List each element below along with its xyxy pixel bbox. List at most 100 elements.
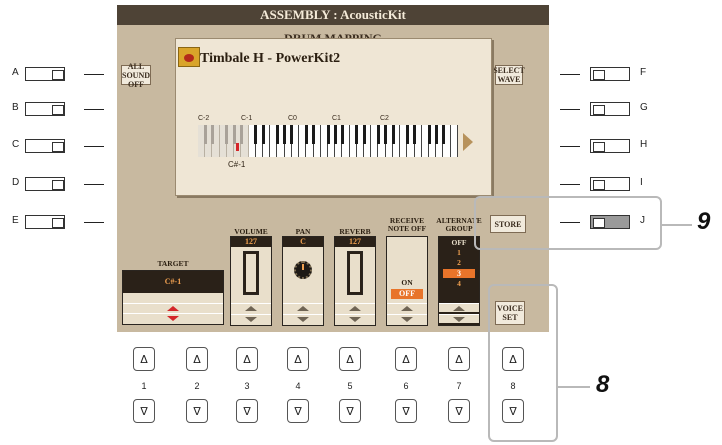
receive-up-button[interactable] — [387, 303, 427, 312]
up-button-1[interactable]: Δ — [133, 347, 155, 371]
drum-kit-icon — [178, 47, 200, 67]
panel-button-h[interactable] — [590, 139, 630, 153]
volume-column: 127 — [230, 236, 272, 326]
voice-panel: Timbale H - PowerKit2 C-2 C-1 C0 C1 C2 C… — [175, 38, 492, 196]
alt-group-option[interactable]: 4 — [439, 280, 479, 288]
panel-button-e[interactable] — [25, 215, 65, 229]
reverb-slider[interactable] — [347, 251, 363, 295]
black-key[interactable] — [333, 125, 337, 144]
button-number: 2 — [194, 381, 200, 391]
up-button-6[interactable]: Δ — [395, 347, 417, 371]
panel-button-b[interactable] — [25, 102, 65, 116]
up-button-3[interactable]: Δ — [236, 347, 258, 371]
down-button-5[interactable]: ∇ — [339, 399, 361, 423]
down-button-1[interactable]: ∇ — [133, 399, 155, 423]
target-up-button[interactable] — [123, 303, 223, 312]
select-wave-button[interactable]: SELECT WAVE — [493, 65, 525, 85]
down-button-7[interactable]: ∇ — [448, 399, 470, 423]
receive-on-option[interactable]: ON — [387, 279, 427, 287]
step-9-callout-line — [662, 224, 692, 226]
selected-key-marker — [236, 143, 239, 151]
alt-group-option[interactable]: 1 — [439, 249, 479, 257]
alt-group-down-button[interactable] — [439, 314, 479, 323]
side-button-letter: H — [640, 139, 648, 150]
alt-group-up-button[interactable] — [439, 303, 479, 312]
connector-line — [84, 184, 104, 185]
black-key[interactable] — [434, 125, 438, 144]
up-button-7[interactable]: Δ — [448, 347, 470, 371]
alt-group-option-selected[interactable]: 3 — [443, 269, 475, 278]
connector-line — [84, 222, 104, 223]
pan-knob[interactable] — [294, 261, 312, 279]
volume-down-button[interactable] — [231, 314, 271, 323]
receive-down-button[interactable] — [387, 314, 427, 323]
voice-name[interactable]: Timbale H - PowerKit2 — [200, 49, 340, 69]
button-number: 4 — [295, 381, 301, 391]
panel-button-g[interactable] — [590, 102, 630, 116]
black-key[interactable] — [312, 125, 316, 144]
keyboard-display: C-2 C-1 C0 C1 C2 C#-1 — [198, 115, 473, 170]
black-key[interactable] — [377, 125, 381, 144]
black-key[interactable] — [355, 125, 359, 144]
black-key[interactable] — [405, 125, 409, 144]
connector-line — [560, 146, 580, 147]
black-key[interactable] — [362, 125, 366, 144]
step-8-number: 8 — [596, 371, 610, 398]
black-key[interactable] — [275, 125, 279, 144]
side-button-letter: B — [12, 102, 19, 113]
volume-value: 127 — [231, 237, 271, 247]
black-key[interactable] — [391, 125, 395, 144]
panel-button-a[interactable] — [25, 67, 65, 81]
panel-button-c[interactable] — [25, 139, 65, 153]
pan-down-button[interactable] — [283, 314, 323, 323]
up-button-4[interactable]: Δ — [287, 347, 309, 371]
receive-off-option[interactable]: OFF — [391, 289, 423, 299]
panel-button-d[interactable] — [25, 177, 65, 191]
black-key[interactable] — [290, 125, 294, 144]
pan-column: C — [282, 236, 324, 326]
target-down-button[interactable] — [123, 313, 223, 322]
side-button-letter: F — [640, 67, 647, 78]
volume-up-button[interactable] — [231, 303, 271, 312]
black-key[interactable] — [427, 125, 431, 144]
black-key[interactable] — [261, 125, 265, 144]
alternate-group-column: OFF 1 2 3 4 — [438, 236, 480, 326]
alt-group-option[interactable]: 2 — [439, 259, 479, 267]
white-key[interactable] — [450, 125, 458, 157]
keyboard-scroll-right-icon[interactable] — [463, 133, 473, 151]
black-key[interactable] — [326, 125, 330, 144]
side-button-letter: D — [12, 177, 20, 188]
side-button-letter: I — [640, 177, 643, 188]
black-key[interactable] — [254, 125, 258, 144]
black-key[interactable] — [239, 125, 243, 144]
reverb-up-button[interactable] — [335, 303, 375, 312]
down-button-4[interactable]: ∇ — [287, 399, 309, 423]
volume-slider[interactable] — [243, 251, 259, 295]
up-button-2[interactable]: Δ — [186, 347, 208, 371]
pan-value: C — [283, 237, 323, 247]
black-key[interactable] — [304, 125, 308, 144]
black-key[interactable] — [232, 125, 236, 144]
reverb-down-button[interactable] — [335, 314, 375, 323]
black-key[interactable] — [203, 125, 207, 144]
piano-keys[interactable] — [198, 125, 458, 157]
down-arrow-icon — [245, 316, 257, 322]
black-key[interactable] — [283, 125, 287, 144]
down-button-6[interactable]: ∇ — [395, 399, 417, 423]
panel-button-i[interactable] — [590, 177, 630, 191]
black-key[interactable] — [340, 125, 344, 144]
alt-group-option[interactable]: OFF — [439, 239, 479, 247]
black-key[interactable] — [210, 125, 214, 144]
down-button-2[interactable]: ∇ — [186, 399, 208, 423]
lcd-screen: ASSEMBLY : AcousticKit DRUM MAPPING ALL … — [117, 5, 549, 332]
up-button-5[interactable]: Δ — [339, 347, 361, 371]
panel-button-f[interactable] — [590, 67, 630, 81]
black-key[interactable] — [225, 125, 229, 144]
black-key[interactable] — [384, 125, 388, 144]
black-key[interactable] — [413, 125, 417, 144]
all-sound-off-button[interactable]: ALL SOUND OFF — [121, 62, 151, 89]
black-key[interactable] — [442, 125, 446, 144]
up-arrow-icon — [245, 305, 257, 311]
down-button-3[interactable]: ∇ — [236, 399, 258, 423]
pan-up-button[interactable] — [283, 303, 323, 312]
